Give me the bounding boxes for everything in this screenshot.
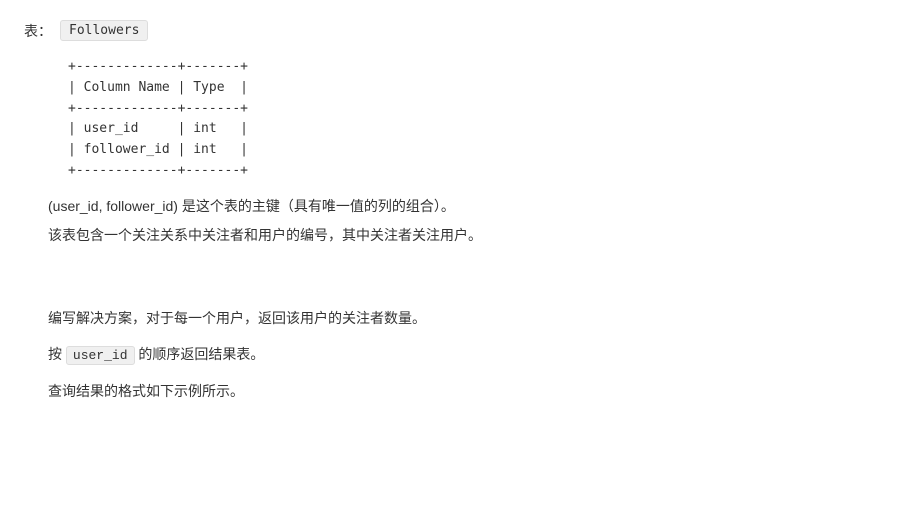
schema-line6: +-------------+-------+ [68,163,248,178]
task-text: 编写解决方案，对于每一个用户，返回该用户的关注者数量。 [48,304,890,332]
description-details: 该表包含一个关注关系中关注者和用户的编号，其中关注者关注用户。 [48,223,890,248]
schema-line3: +-------------+-------+ [68,101,248,116]
schema-pre: +-------------+-------+ | Column Name | … [68,57,890,182]
schema-line1: +-------------+-------+ [68,59,248,74]
order-prefix: 按 [48,346,62,362]
order-suffix: 的顺序返回结果表。 [138,346,264,362]
description-block: (user_id, follower_id) 是这个表的主键（具有唯一值的列的组… [48,194,890,248]
schema-line4: | user_id | int | [68,121,248,136]
order-text: 按 user_id 的顺序返回结果表。 [48,340,890,369]
format-text: 查询结果的格式如下示例所示。 [48,377,890,405]
section-divider [24,280,890,304]
schema-line2: | Column Name | Type | [68,80,248,95]
schema-block: +-------------+-------+ | Column Name | … [68,57,890,182]
schema-line5: | follower_id | int | [68,142,248,157]
instructions-block: 编写解决方案，对于每一个用户，返回该用户的关注者数量。 按 user_id 的顺… [48,304,890,405]
order-col-code: user_id [66,346,135,365]
table-label-row: 表： Followers [24,20,890,41]
table-label: 表： [24,21,52,41]
table-name-badge: Followers [60,20,148,41]
description-primary-key: (user_id, follower_id) 是这个表的主键（具有唯一值的列的组… [48,194,890,219]
